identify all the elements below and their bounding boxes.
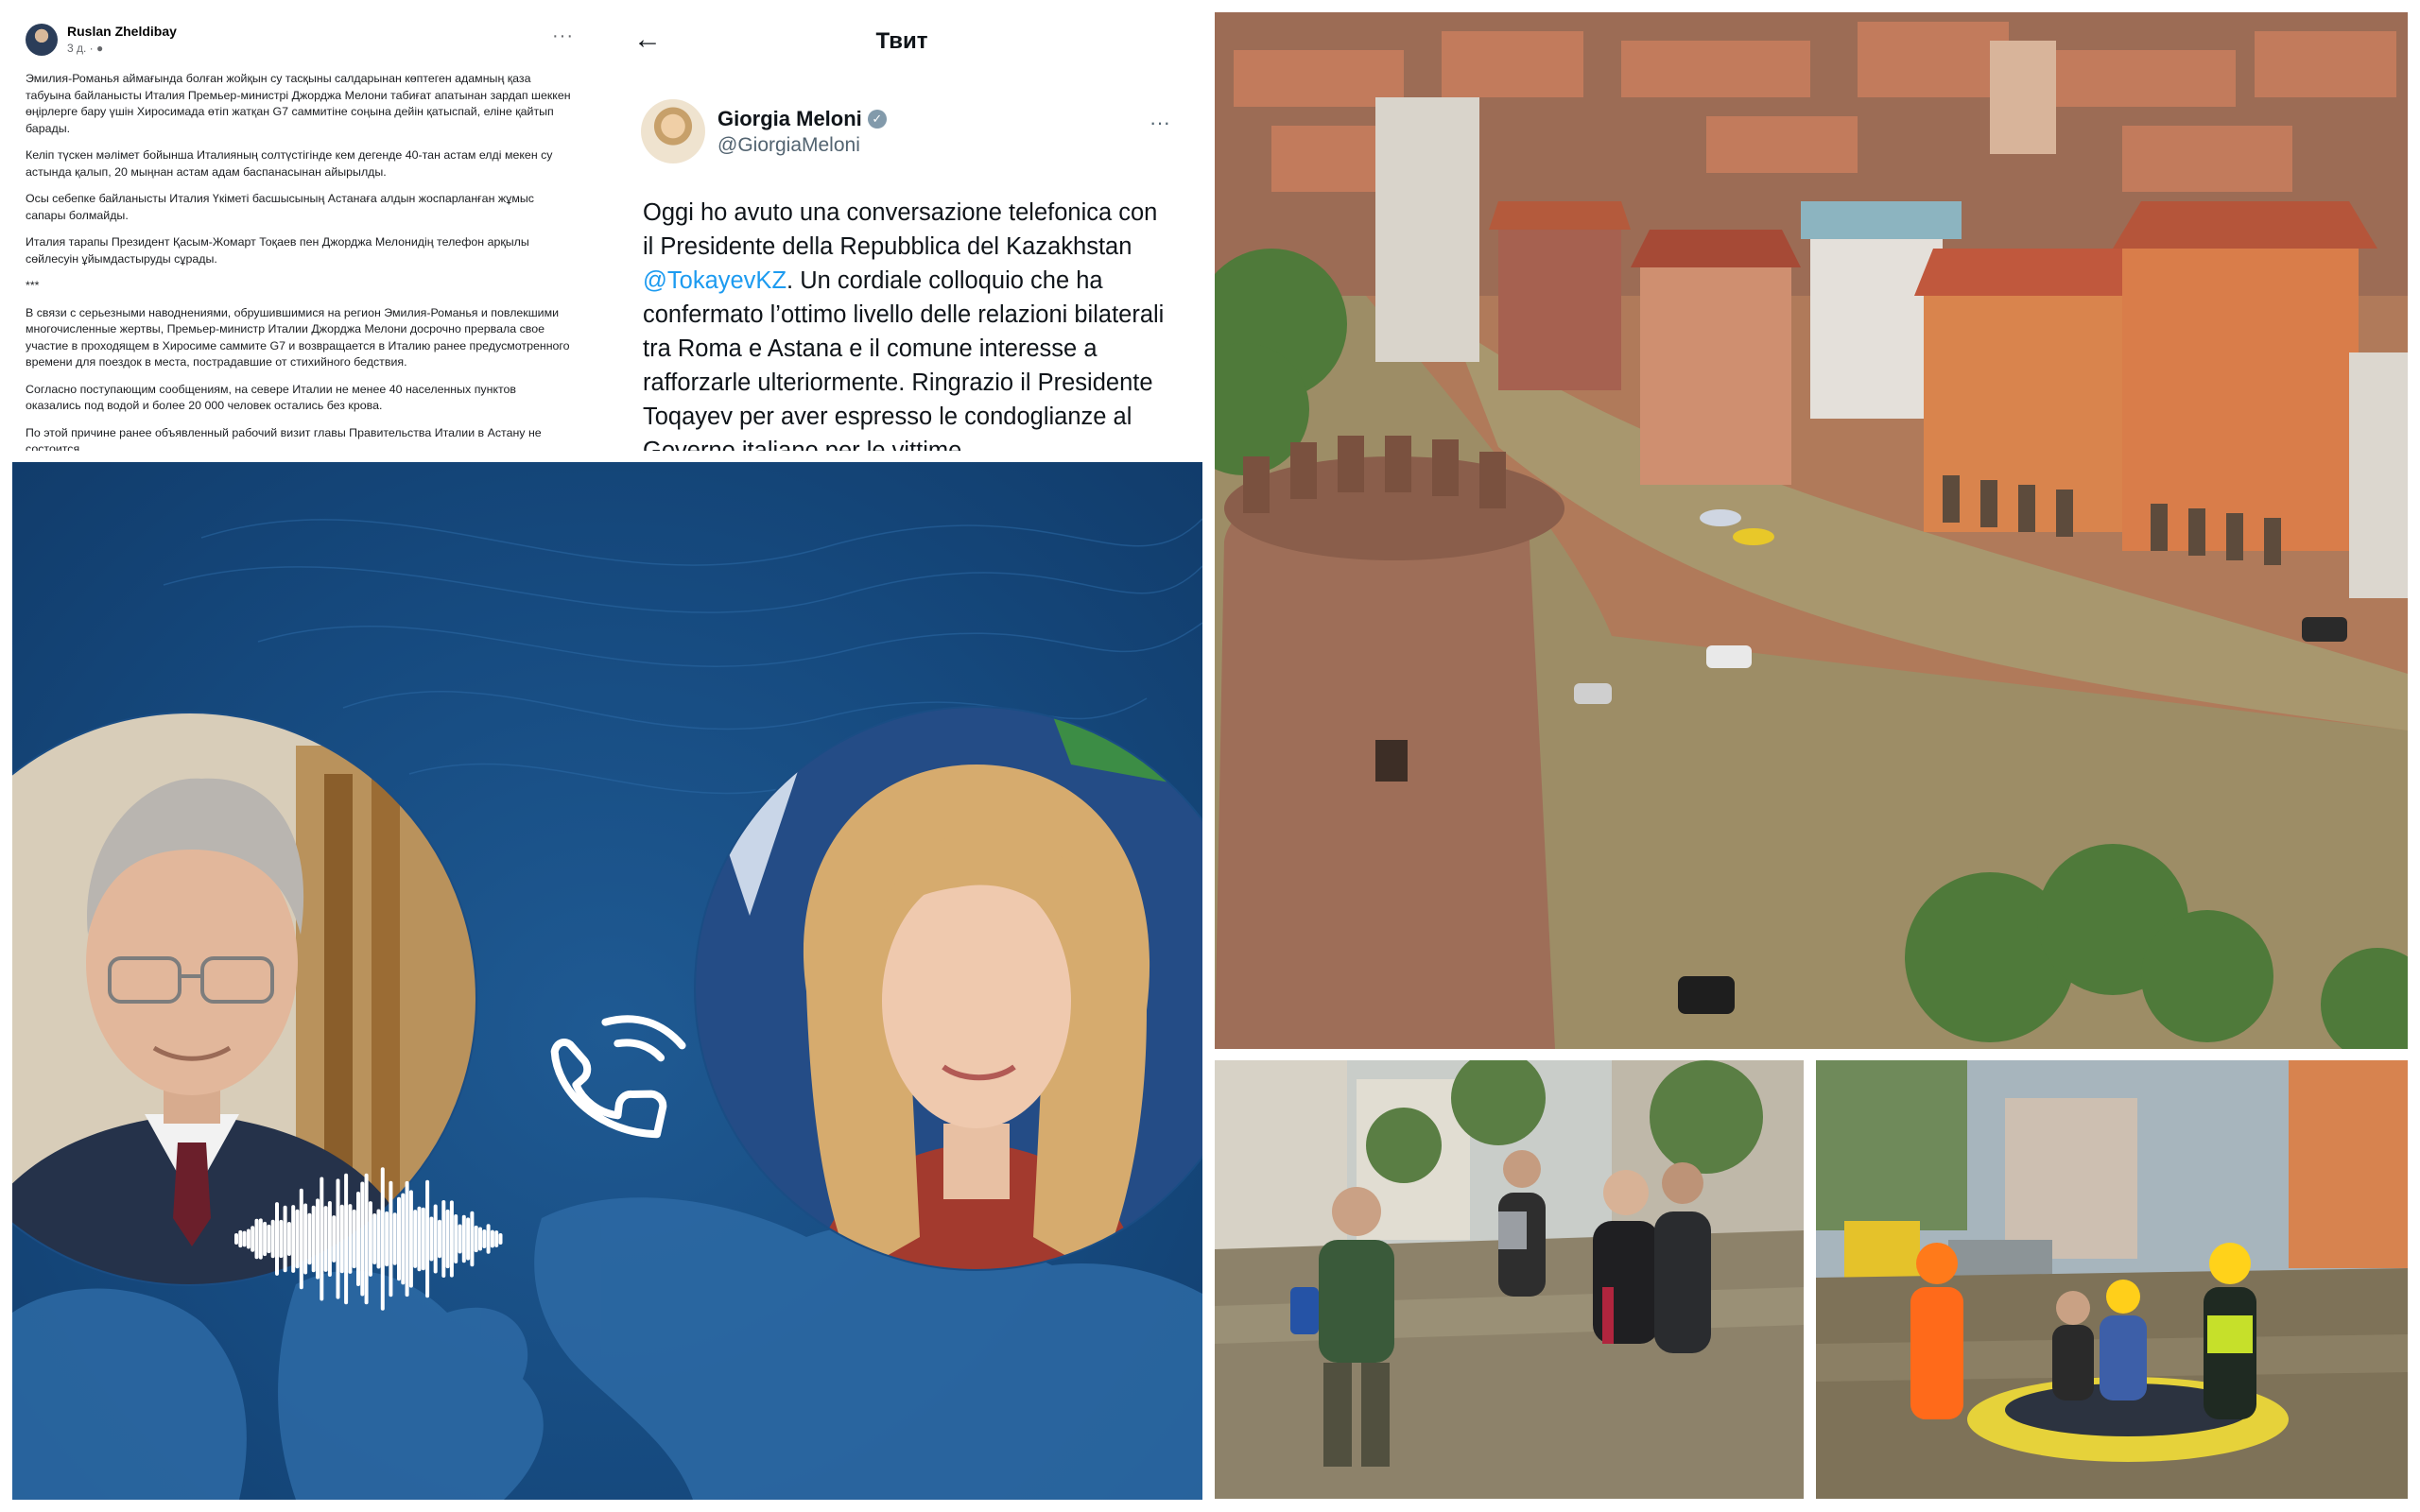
post-paragraph: В связи с серьезными наводнениями, обруш…: [26, 305, 570, 369]
tweet-header-title: Твит: [875, 28, 928, 54]
wading-photo-art: [1215, 1060, 1804, 1499]
author-name[interactable]: Giorgia Meloni: [717, 107, 862, 131]
people-wading-flood-photo: [1215, 1060, 1804, 1499]
tweet-text-part: . Un cordiale colloquio che ha confermat…: [643, 267, 1165, 451]
post-paragraph: Италия тарапы Президент Қасым-Жомарт Тоқ…: [26, 235, 529, 266]
post-paragraph: Согласно поступающим сообщениям, на севе…: [26, 382, 517, 413]
rescue-boat-photo: [1816, 1060, 2408, 1499]
mention-link[interactable]: @TokayevKZ: [643, 267, 786, 294]
castle-tower: [1215, 436, 1564, 1049]
phone-icon: [550, 1015, 686, 1139]
back-arrow-icon[interactable]: ←: [633, 26, 662, 54]
tweet-screenshot: ← Твит Giorgia Meloni ✓ @GiorgiaMeloni ·…: [601, 12, 1202, 451]
globe-icon: ●: [96, 41, 104, 55]
bell-tower: [1990, 41, 2056, 154]
post-paragraph: По этой причине ранее объявленный рабочи…: [26, 425, 542, 452]
author-name[interactable]: Ruslan Zheldibay: [67, 24, 552, 40]
post-paragraph: Келіп түскен мәлімет бойынша Италияның с…: [26, 148, 553, 179]
news-collage: Ruslan Zheldibay 3 д. · ● ··· Эмилия-Ром…: [0, 0, 2420, 1512]
aerial-photo-art: [1215, 12, 2408, 1049]
post-body: Эмилия-Романья аймағында болған жойқын с…: [26, 71, 574, 451]
verified-badge-icon: ✓: [867, 109, 887, 129]
tweet-text: Oggi ho avuto una conversazione telefoni…: [601, 163, 1202, 451]
post-paragraph: Осы себепке байланысты Италия Үкіметі ба…: [26, 192, 534, 222]
author-name-row: Giorgia Meloni ✓: [717, 107, 887, 131]
phone-call-graphic: [12, 462, 1202, 1500]
call-graphic-art: [12, 518, 1202, 1500]
facebook-post-screenshot: Ruslan Zheldibay 3 д. · ● ··· Эмилия-Ром…: [12, 12, 591, 451]
rescue-photo-art: [1816, 1060, 2408, 1499]
post-header: Ruslan Zheldibay 3 д. · ● ···: [26, 22, 574, 58]
post-meta: Ruslan Zheldibay 3 д. · ●: [67, 24, 552, 57]
tweet-header: ← Твит: [601, 12, 1202, 71]
post-time[interactable]: 3 д. ·: [67, 42, 96, 55]
author-names: Giorgia Meloni ✓ @GiorgiaMeloni: [717, 107, 887, 157]
tweet-text-part: Oggi ho avuto una conversazione telefoni…: [643, 199, 1158, 260]
tweet-author: Giorgia Meloni ✓ @GiorgiaMeloni ···: [601, 71, 1202, 163]
post-paragraph: Эмилия-Романья аймағында болған жойқын с…: [26, 72, 571, 135]
author-avatar[interactable]: [641, 99, 705, 163]
more-options-icon[interactable]: ···: [1150, 111, 1170, 135]
more-options-icon[interactable]: ···: [552, 26, 574, 47]
post-separator: ***: [26, 279, 40, 292]
flooded-town-aerial-photo: [1215, 12, 2408, 1049]
tokayev-portrait: [12, 713, 476, 1285]
author-handle[interactable]: @GiorgiaMeloni: [717, 134, 887, 157]
author-avatar[interactable]: [26, 24, 58, 56]
